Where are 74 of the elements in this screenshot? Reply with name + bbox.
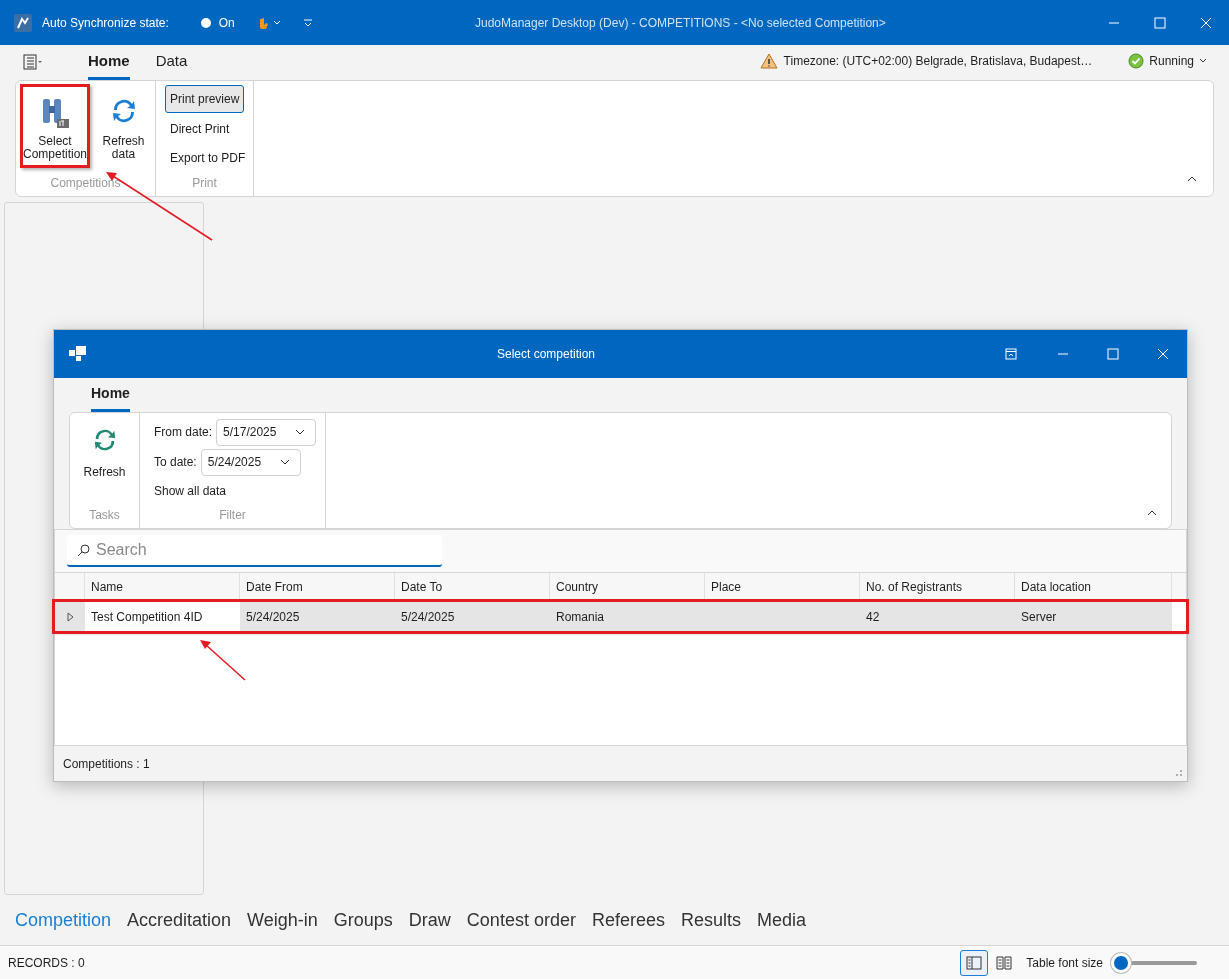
module-tab[interactable]: Results (680, 906, 741, 934)
records-count: RECORDS : 0 (8, 954, 85, 972)
column-header[interactable]: Name (85, 573, 240, 601)
table-cell: Test Competition 4ID (85, 602, 240, 631)
status-button[interactable]: Running (1128, 52, 1207, 70)
sync-toggle[interactable]: On (200, 13, 235, 32)
group-label: Tasks (89, 507, 120, 524)
group-label: Competitions (49, 175, 122, 192)
resize-grip-icon[interactable] (1175, 769, 1183, 777)
search-field[interactable]: Search (67, 535, 442, 567)
book-view-icon[interactable] (996, 955, 1013, 970)
module-tab[interactable]: Contest order (466, 906, 576, 934)
table-row[interactable]: Test Competition 4ID 5/24/2025 5/24/2025 Romania 42 Server (55, 602, 1186, 631)
print-option[interactable]: Print preview (165, 85, 245, 113)
show-all-link[interactable]: Show all data (154, 477, 227, 505)
module-tab[interactable]: Weigh-in (247, 906, 318, 934)
font-size-slider[interactable] (1111, 952, 1197, 973)
column-header[interactable]: Data location (1015, 573, 1172, 601)
table-cell: 42 (860, 602, 1015, 631)
expand-icon[interactable] (66, 611, 74, 622)
table-cell: Romania (550, 602, 705, 631)
table-cell: 5/24/2025 (395, 602, 550, 631)
ribbon-button[interactable]: Refresh (83, 413, 126, 481)
date-picker[interactable]: 5/24/2025 (200, 448, 301, 476)
column-header[interactable]: Country (550, 573, 705, 601)
panel-layout-icon (966, 955, 983, 970)
module-tab[interactable]: Media (757, 906, 807, 934)
group-label: Print (191, 175, 218, 192)
dialog-title: Select competition (495, 346, 597, 363)
close-icon[interactable] (1157, 348, 1169, 360)
dropdown-caret-icon (295, 429, 306, 435)
module-tab[interactable]: Draw (408, 906, 451, 934)
close-icon[interactable] (1200, 16, 1212, 29)
annotation-arrow (200, 640, 246, 681)
column-header[interactable]: Place (705, 573, 860, 601)
collapse-ribbon-icon[interactable] (1187, 176, 1197, 182)
check-circle-icon (1128, 53, 1145, 69)
column-header[interactable]: No. of Registrants (860, 573, 1015, 601)
module-tab[interactable]: Competition (15, 906, 112, 934)
print-option[interactable]: Export to PDF (165, 144, 251, 172)
customize-toolbar-icon[interactable] (302, 17, 313, 28)
ribbon-tab[interactable]: Data (155, 45, 188, 80)
restore-icon[interactable] (1005, 348, 1017, 360)
group-label: Filter (218, 507, 247, 524)
print-option[interactable]: Direct Print (165, 114, 235, 143)
table-cell: 5/24/2025 (240, 602, 395, 631)
table-cell: Server (1015, 602, 1172, 631)
module-tab[interactable]: Groups (333, 906, 393, 934)
warning-icon (759, 53, 778, 69)
date-picker[interactable]: 5/17/2025 (216, 418, 317, 446)
app-logo-icon (14, 13, 32, 32)
font-size-label: Table font size (1026, 954, 1103, 972)
timezone-text: Timezone: (UTC+02:00) Belgrade, Bratislava, Budapest… (783, 53, 1093, 70)
collapse-ribbon-icon[interactable] (1147, 510, 1157, 516)
ribbon-button[interactable]: Refresh data (92, 84, 155, 168)
layout-view-button[interactable] (960, 949, 989, 976)
search-icon (77, 544, 90, 557)
maximize-icon[interactable] (1107, 348, 1119, 360)
dropdown-caret-icon (279, 459, 290, 465)
ribbon-menu-icon[interactable] (23, 54, 43, 70)
app-logo-icon (69, 346, 87, 362)
date-label: To date: (154, 454, 197, 471)
column-header[interactable]: Date To (395, 573, 550, 601)
sync-label: Auto Synchronize state: (42, 14, 169, 32)
record-count: Competitions : 1 (63, 755, 150, 773)
module-tab[interactable]: Accreditation (127, 906, 232, 934)
column-header[interactable]: Date From (240, 573, 395, 601)
binoculars-icon (40, 97, 70, 129)
date-label: From date: (154, 424, 213, 441)
module-tab[interactable]: Referees (591, 906, 665, 934)
maximize-icon[interactable] (1154, 16, 1166, 29)
ribbon-button[interactable]: Select Competition (20, 84, 91, 168)
caret-icon (1199, 58, 1207, 64)
window-title: JudoManager Desktop (Dev) - COMPETITIONS - <No selected Competition> (473, 14, 887, 32)
